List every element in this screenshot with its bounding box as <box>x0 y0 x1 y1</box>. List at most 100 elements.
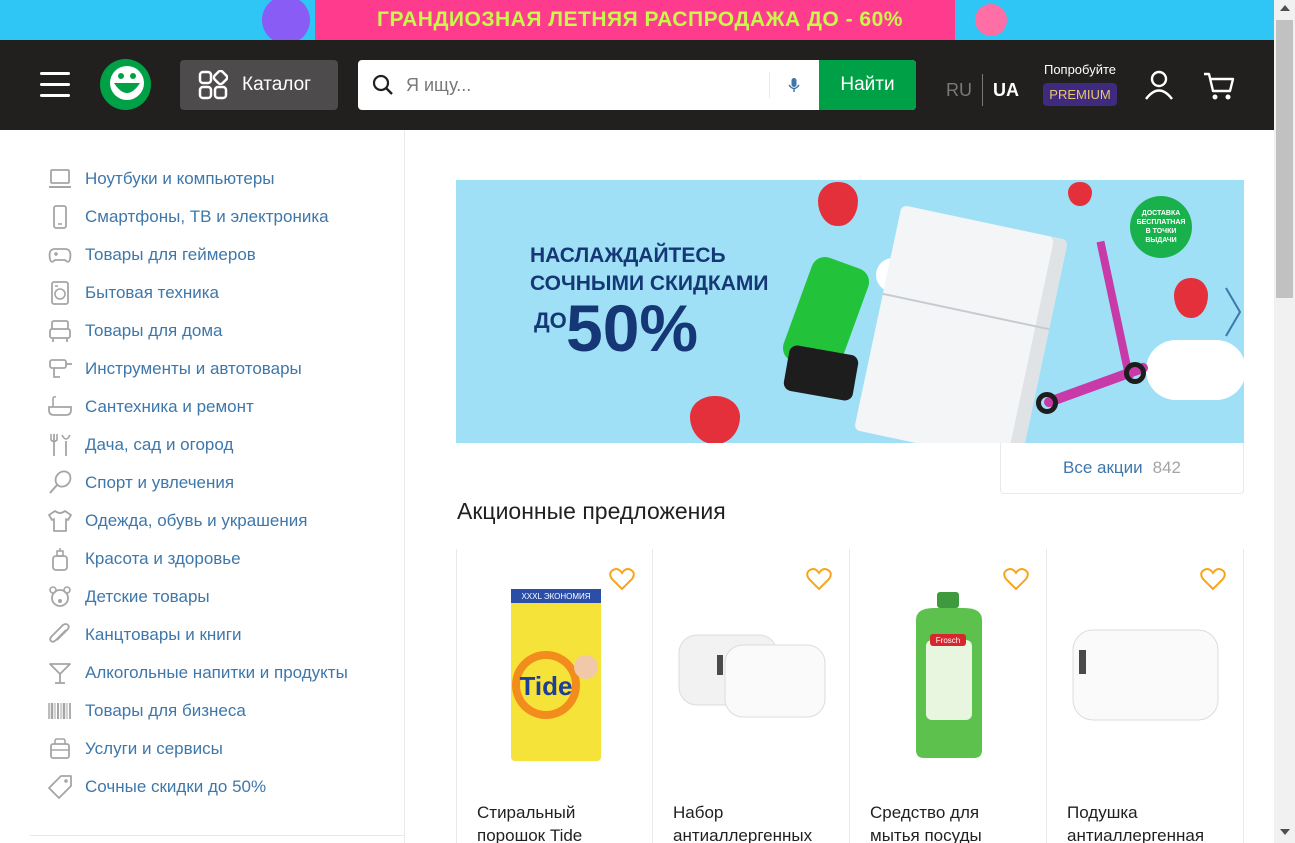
strawberry-decoration <box>1068 182 1092 206</box>
cocktail-icon <box>44 659 76 687</box>
sidebar-item-bathtub[interactable]: Сантехника и ремонт <box>44 388 348 426</box>
sidebar-item-label: Услуги и сервисы <box>85 739 223 758</box>
catalog-button[interactable]: Каталог <box>180 60 338 110</box>
banner-next-arrow-icon[interactable] <box>1222 284 1244 340</box>
sidebar-item-garden-tools[interactable]: Дача, сад и огород <box>44 426 348 464</box>
sidebar-item-services[interactable]: Услуги и сервисы <box>44 730 348 768</box>
laptop-icon <box>44 165 76 193</box>
header: Каталог Найти RU UA Попробуйте PREMIUM <box>0 40 1274 130</box>
product-image: XXXL ЭКОНОМИЯ Tide <box>477 585 634 765</box>
washing-machine-icon <box>44 279 76 307</box>
sidebar-item-smartphone[interactable]: Смартфоны, ТВ и электроника <box>44 198 348 236</box>
sidebar-item-label: Сочные скидки до 50% <box>85 777 267 796</box>
sidebar-item-label: Бытовая техника <box>85 283 219 302</box>
barcode-icon <box>44 697 76 725</box>
perfume-icon <box>44 545 76 573</box>
premium-badge[interactable]: PREMIUM <box>1043 83 1117 106</box>
strawberry-decoration <box>690 396 740 443</box>
scooter-image <box>1096 240 1134 380</box>
drill-icon <box>44 355 76 383</box>
sidebar-item-label: Товары для геймеров <box>85 245 256 264</box>
cart-icon[interactable] <box>1202 68 1236 102</box>
logo[interactable] <box>100 59 151 110</box>
category-sidebar: Ноутбуки и компьютеры Смартфоны, ТВ и эле… <box>0 130 405 843</box>
sidebar-item-label: Одежда, обувь и украшения <box>85 511 308 530</box>
product-grid: XXXL ЭКОНОМИЯ Tide Стиральный порошок Ti… <box>456 549 1244 843</box>
all-actions-label: Все акции <box>1062 458 1143 477</box>
hero-banner[interactable]: НАСЛАЖДАЙТЕСЬ СОЧНЫМИ СКИДКАМИ ДО 50% ДО… <box>456 180 1244 443</box>
fan-decoration <box>975 4 1007 36</box>
microphone-icon[interactable] <box>783 74 805 96</box>
product-card[interactable]: Frosch Средство для мытья посуды <box>850 549 1047 843</box>
sidebar-item-perfume[interactable]: Красота и здоровье <box>44 540 348 578</box>
brand-label: Frosch <box>935 636 959 645</box>
user-icon[interactable] <box>1142 68 1176 102</box>
catalog-grid-icon <box>198 70 228 100</box>
page-scrollbar[interactable] <box>1274 0 1295 843</box>
lang-ru-option[interactable]: RU <box>946 80 972 101</box>
sidebar-item-label: Инструменты и автотовары <box>85 359 302 378</box>
product-title[interactable]: Стиральный порошок Tide <box>477 801 637 843</box>
product-card[interactable]: Набор антиаллергенных <box>653 549 850 843</box>
search-icon <box>372 74 393 95</box>
section-title: Акционные предложения <box>457 498 726 524</box>
page: ГРАНДИОЗНАЯ ЛЕТНЯЯ РАСПРОДАЖА ДО - 60% К… <box>0 0 1295 843</box>
cloud-decoration <box>1146 340 1244 400</box>
gamepad-icon <box>44 241 76 269</box>
search-bar: Найти <box>358 60 916 110</box>
search-button[interactable]: Найти <box>819 60 916 110</box>
promo-banner-strip[interactable]: ГРАНДИОЗНАЯ ЛЕТНЯЯ РАСПРОДАЖА ДО - 60% <box>0 0 1274 40</box>
sidebar-item-drill[interactable]: Инструменты и автотовары <box>44 350 348 388</box>
all-actions-link[interactable]: Все акции 842 <box>1000 443 1244 494</box>
scroll-up-arrow-icon[interactable] <box>1280 5 1290 11</box>
sidebar-item-label: Канцтовары и книги <box>85 625 242 644</box>
banner-line-1: НАСЛАЖДАЙТЕСЬ <box>530 244 726 267</box>
armchair-icon <box>44 317 76 345</box>
product-title[interactable]: Подушка антиаллергенная <box>1067 801 1227 843</box>
headphones-decoration <box>262 0 310 40</box>
pillows-pair-image <box>678 634 826 718</box>
sidebar-item-label: Алкогольные напитки и продукты <box>85 663 348 682</box>
garden-tools-icon <box>44 431 76 459</box>
sidebar-item-teddy-bear[interactable]: Детские товары <box>44 578 348 616</box>
category-menu: Ноутбуки и компьютеры Смартфоны, ТВ и эле… <box>44 160 348 806</box>
pack-label: XXXL ЭКОНОМИЯ <box>521 592 590 601</box>
sidebar-item-label: Ноутбуки и компьютеры <box>85 169 275 188</box>
sidebar-item-label: Дача, сад и огород <box>85 435 234 454</box>
product-image <box>673 585 830 765</box>
sidebar-item-label: Смартфоны, ТВ и электроника <box>85 207 329 226</box>
paperclip-icon <box>44 621 76 649</box>
sidebar-item-armchair[interactable]: Товары для дома <box>44 312 348 350</box>
sidebar-item-gamepad[interactable]: Товары для геймеров <box>44 236 348 274</box>
product-title[interactable]: Набор антиаллергенных <box>673 801 833 843</box>
smiley-logo-icon <box>100 59 151 110</box>
sidebar-item-tag[interactable]: Сочные скидки до 50% <box>44 768 348 806</box>
sidebar-item-barcode[interactable]: Товары для бизнеса <box>44 692 348 730</box>
sidebar-divider <box>30 835 404 836</box>
banner-percent: 50% <box>566 291 699 365</box>
scroll-down-arrow-icon[interactable] <box>1280 829 1290 835</box>
lang-ua-option[interactable]: UA <box>993 80 1019 101</box>
bathtub-icon <box>44 393 76 421</box>
detergent-box-image: XXXL ЭКОНОМИЯ Tide <box>510 589 601 761</box>
sidebar-item-laptop[interactable]: Ноутбуки и компьютеры <box>44 160 348 198</box>
strawberry-decoration <box>1174 278 1208 318</box>
sidebar-item-tshirt[interactable]: Одежда, обувь и украшения <box>44 502 348 540</box>
sidebar-item-paperclip[interactable]: Канцтовары и книги <box>44 616 348 654</box>
sidebar-item-label: Красота и здоровье <box>85 549 241 568</box>
menu-burger-icon[interactable] <box>40 72 70 98</box>
smartphone-icon <box>44 203 76 231</box>
delivery-badge: ДОСТАВКА БЕСПЛАТНАЯ В ТОЧКИ ВЫДАЧИ <box>1130 196 1192 258</box>
scrollbar-thumb[interactable] <box>1276 20 1293 298</box>
sidebar-item-racket[interactable]: Спорт и увлечения <box>44 464 348 502</box>
sidebar-item-cocktail[interactable]: Алкогольные напитки и продукты <box>44 654 348 692</box>
product-title[interactable]: Средство для мытья посуды <box>870 801 1030 843</box>
product-card[interactable]: Подушка антиаллергенная <box>1047 549 1244 843</box>
premium-promo[interactable]: Попробуйте PREMIUM <box>1040 62 1120 106</box>
services-icon <box>44 735 76 763</box>
pillow-single-image <box>1072 629 1219 721</box>
sidebar-item-label: Товары для дома <box>85 321 223 340</box>
search-input[interactable] <box>406 70 766 100</box>
product-card[interactable]: XXXL ЭКОНОМИЯ Tide Стиральный порошок Ti… <box>456 549 653 843</box>
sidebar-item-washing-machine[interactable]: Бытовая техника <box>44 274 348 312</box>
